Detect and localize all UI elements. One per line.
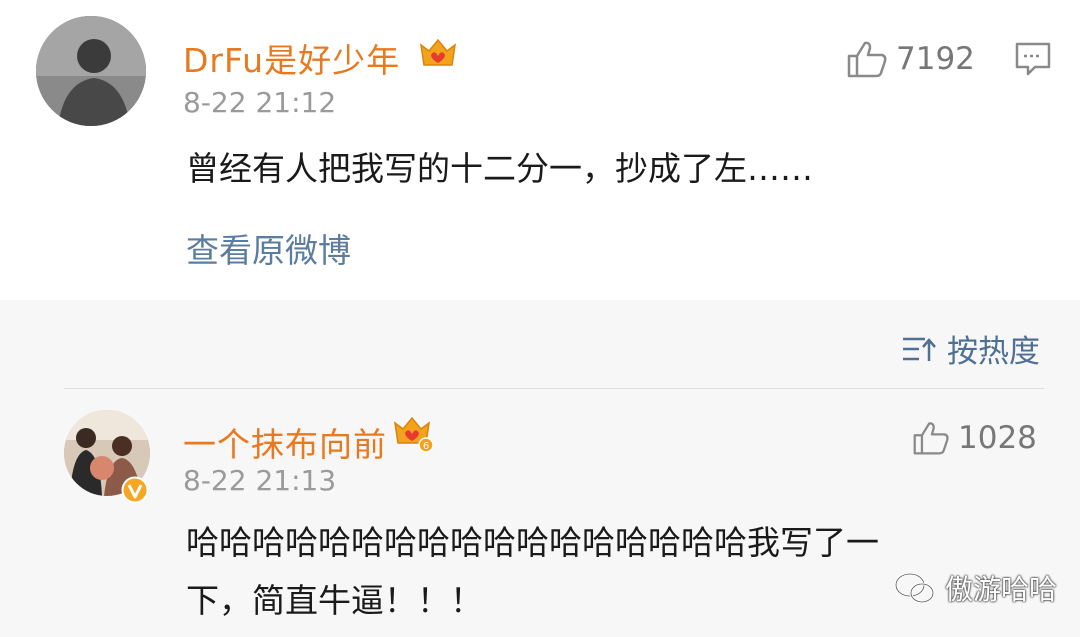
comment-like-count: 1028 xyxy=(958,420,1037,456)
comment-timestamp: 8-22 21:13 xyxy=(183,464,337,497)
comment-content-line2: 下，简直牛逼！！！ xyxy=(186,581,483,620)
comment-content-line1: 哈哈哈哈哈哈哈哈哈哈哈哈哈哈哈哈哈我写了一 xyxy=(186,523,879,562)
thumbs-up-icon xyxy=(847,41,887,78)
post-username[interactable]: DrFu是好少年 xyxy=(183,34,400,82)
view-original-link[interactable]: 查看原微博 xyxy=(186,224,351,272)
sort-label: 按热度 xyxy=(947,334,1040,370)
post-content: 曾经有人把我写的十二分一，抄成了左…… xyxy=(186,149,813,188)
watermark-text: 傲游哈哈 xyxy=(945,573,1058,606)
divider xyxy=(64,388,1044,389)
comment-icon[interactable] xyxy=(1015,42,1051,76)
commenter-username[interactable]: 一个抹布向前 xyxy=(183,418,387,466)
post-like-count: 7192 xyxy=(896,41,975,77)
sort-icon xyxy=(903,337,936,361)
sort-toggle[interactable]: 按热度 xyxy=(901,326,1040,371)
comment-like-button[interactable]: 1028 xyxy=(912,420,1037,456)
original-post-card: DrFu是好少年 8-22 21:12 7192 曾经有人把我写的十二分一，抄成… xyxy=(0,0,1080,300)
member-level: 6 xyxy=(423,441,429,452)
vip-crown-icon: 6 xyxy=(393,416,434,453)
watermark: 傲游哈哈 xyxy=(893,568,1057,608)
wechat-icon xyxy=(894,572,935,604)
user-avatar[interactable] xyxy=(36,16,146,126)
post-timestamp: 8-22 21:12 xyxy=(183,86,337,119)
verified-badge-icon xyxy=(121,476,149,504)
thumbs-up-icon xyxy=(913,422,949,455)
vip-crown-icon xyxy=(419,38,457,66)
post-like-button[interactable]: 7192 xyxy=(846,40,975,78)
